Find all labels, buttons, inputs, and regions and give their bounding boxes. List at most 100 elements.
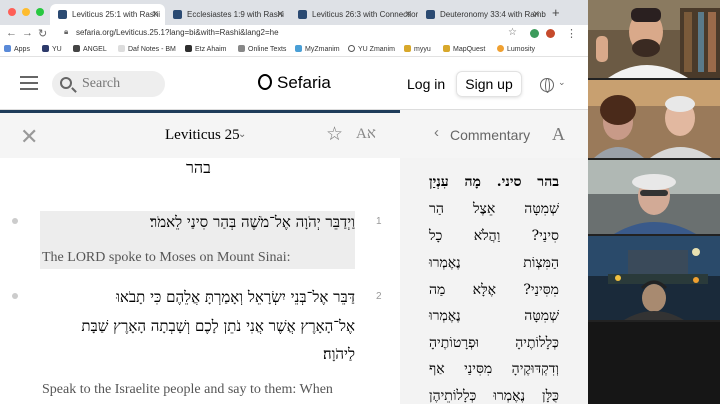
- star-save-icon[interactable]: ☆: [326, 123, 343, 146]
- video-tile-2[interactable]: [588, 80, 720, 158]
- verse-2-hebrew-line-2[interactable]: אֶל־הָאָרֶץ אֲשֶׁר אֲנִי נֹתֵן לָכֶם וְש…: [81, 317, 355, 336]
- browser-tab-4[interactable]: Deuteronomy 33:4 with Ramban ✕: [418, 4, 546, 25]
- puzzle-icon: [238, 45, 245, 52]
- bookmark-angel[interactable]: ANGEL: [73, 45, 107, 53]
- chevron-left-icon[interactable]: ‹: [434, 124, 439, 141]
- chevron-down-icon[interactable]: ⌄: [238, 129, 246, 140]
- video-call-sidebar: [588, 0, 720, 404]
- video-tile-5-empty: [588, 322, 720, 404]
- text-display-options-icon[interactable]: Aא: [356, 126, 376, 143]
- globe-language-icon[interactable]: [540, 78, 554, 93]
- verse-marker[interactable]: [12, 218, 18, 224]
- commentary-toolbar: ‹ Commentary A: [400, 110, 588, 158]
- browser-tab-3[interactable]: Leviticus 26:3 with Connection ✕: [290, 4, 418, 25]
- extension-icon[interactable]: [546, 29, 555, 38]
- close-window-button[interactable]: [8, 8, 16, 16]
- verse-number[interactable]: 2: [376, 291, 382, 302]
- myzmanim-icon: [295, 45, 302, 52]
- video-tile-3[interactable]: [588, 160, 720, 234]
- close-tab-icon[interactable]: ✕: [151, 9, 159, 20]
- commentary-line: סִינַי? וַהֲלֹא כָל: [429, 228, 559, 244]
- bookmark-online-texts[interactable]: Online Texts: [238, 45, 286, 53]
- close-tab-icon[interactable]: ✕: [532, 9, 540, 20]
- commentary-panel[interactable]: בהר סיני. מָה עִנְיַן שְׁמִטָּה אֵצֶל הַ…: [400, 158, 588, 404]
- yu-icon: [42, 45, 49, 52]
- participant-video-image: [588, 236, 720, 320]
- site-header: Search Sefaria Log in Sign up ⌄: [0, 58, 588, 110]
- participant-video-image: [588, 80, 720, 158]
- commentary-line: כְּלָלוֹתֶיהָ וּפְרָטוֹתֶיהָ: [429, 335, 559, 351]
- commentary-line: בהר סיני. מָה עִנְיַן: [429, 174, 559, 190]
- apps-grid-icon: [4, 45, 11, 52]
- reader-panel: בהר 1 וַיְדַבֵּר יְהֹוָה אֶל־מֹשֶׁה בְּה…: [0, 158, 400, 404]
- commentary-line: הַמִּצְוֹת נֶאֶמְרוּ: [429, 255, 559, 271]
- video-tile-1[interactable]: [588, 0, 720, 78]
- forward-arrow-icon[interactable]: →: [22, 27, 33, 39]
- close-tab-icon[interactable]: ✕: [276, 9, 284, 20]
- commentary-line: מִסִּינַי? אֶלָּא מַה: [429, 282, 559, 298]
- verse-marker[interactable]: [12, 293, 18, 299]
- folder-icon: [404, 45, 411, 52]
- bookmark-myyu[interactable]: myyu: [404, 45, 431, 53]
- verse-2-english[interactable]: Speak to the Israelite people and say to…: [42, 382, 333, 398]
- star-bookmark-icon[interactable]: ☆: [508, 27, 517, 38]
- commentary-line: שְׁמִטָּה אֵצֶל הַר: [429, 201, 559, 217]
- signup-button[interactable]: Sign up: [456, 71, 522, 97]
- search-placeholder: Search: [82, 76, 121, 91]
- new-tab-button[interactable]: +: [552, 5, 560, 20]
- document-icon: [118, 45, 125, 52]
- lumosity-icon: [497, 45, 504, 52]
- verse-1-english[interactable]: The LORD spoke to Moses on Mount Sinai:: [42, 250, 291, 266]
- chevron-down-icon[interactable]: ⌄: [558, 77, 566, 88]
- commentary-line: כֻּלָּן נֶאֶמְרוּ כְּלָלוֹתֵיהֶן: [429, 388, 559, 404]
- browser-tab-1[interactable]: Leviticus 25:1 with Rashi ✕: [50, 4, 165, 25]
- bookmark-yu-zmanim[interactable]: YU Zmanim: [348, 45, 395, 53]
- verse-1-hebrew[interactable]: וַיְדַבֵּר יְהֹוָה אֶל־מֹשֶׁה בְּהַר סִי…: [150, 213, 355, 232]
- minimize-window-button[interactable]: [22, 8, 30, 16]
- verse-2-hebrew-line-1[interactable]: דַּבֵּר אֶל־בְּנֵי יִשְׂרָאֵל וְאָמַרְתָ…: [116, 288, 355, 307]
- address-bar: ← → ↻ 🔒︎ sefaria.org/Leviticus.25.1?lang…: [0, 25, 588, 43]
- clock-icon: [348, 45, 355, 52]
- sefaria-favicon-icon: [58, 10, 67, 19]
- participant-video-image: [588, 0, 720, 78]
- extension-icon[interactable]: [530, 29, 539, 38]
- url-field[interactable]: sefaria.org/Leviticus.25.1?lang=bi&with=…: [76, 28, 279, 37]
- tree-icon: [185, 45, 192, 52]
- maximize-window-button[interactable]: [36, 8, 44, 16]
- font-size-button[interactable]: A: [552, 124, 565, 145]
- bookmark-etz-ahaim[interactable]: Etz Ahaim: [185, 45, 227, 53]
- sefaria-favicon-icon: [298, 10, 307, 19]
- browser-tab-2[interactable]: Ecclesiastes 1:9 with Rashi ✕: [165, 4, 290, 25]
- bookmark-daf-notes[interactable]: Daf Notes - BM: [118, 45, 176, 53]
- angel-icon: [73, 45, 80, 52]
- commentary-line: וְדִקְדּוּקֶיהָ מִסִּינַי אַף: [429, 361, 559, 377]
- verse-number[interactable]: 1: [376, 216, 382, 227]
- sefaria-favicon-icon: [173, 10, 182, 19]
- sefaria-logo[interactable]: Sefaria: [258, 73, 331, 93]
- close-icon[interactable]: ✕: [20, 124, 38, 150]
- reader-toolbar: ✕ Leviticus 25 ⌄ ☆ Aא: [0, 110, 400, 158]
- lock-icon[interactable]: 🔒︎: [64, 27, 68, 37]
- tab-bar: Leviticus 25:1 with Rashi ✕ Ecclesiastes…: [0, 0, 588, 25]
- bookmark-apps[interactable]: Apps: [4, 45, 30, 53]
- search-icon: [60, 77, 72, 89]
- commentary-label[interactable]: Commentary: [450, 127, 530, 143]
- verse-2-hebrew-line-3[interactable]: לַיהֹוָה׃: [323, 345, 355, 364]
- more-menu-icon[interactable]: ⋮: [566, 27, 577, 40]
- back-arrow-icon[interactable]: ←: [6, 27, 17, 39]
- reload-icon[interactable]: ↻: [38, 27, 47, 40]
- login-link[interactable]: Log in: [407, 76, 445, 92]
- hamburger-menu-icon[interactable]: [20, 76, 38, 90]
- video-tile-4[interactable]: [588, 236, 720, 320]
- bookmark-lumosity[interactable]: Lumosity: [497, 45, 535, 53]
- section-title: בהר: [186, 160, 211, 177]
- bookmark-myzmanim[interactable]: MyZmanim: [295, 45, 340, 53]
- close-tab-icon[interactable]: ✕: [404, 9, 412, 20]
- commentary-line: שְׁמִטָּה נֶאֶמְרוּ: [429, 308, 559, 324]
- bookmark-yu[interactable]: YU: [42, 45, 62, 53]
- bookmark-mapquest[interactable]: MapQuest: [443, 45, 485, 53]
- search-input[interactable]: Search: [52, 71, 165, 97]
- participant-video-image: [588, 160, 720, 234]
- text-reference-title[interactable]: Leviticus 25: [165, 127, 240, 144]
- sefaria-favicon-icon: [426, 10, 435, 19]
